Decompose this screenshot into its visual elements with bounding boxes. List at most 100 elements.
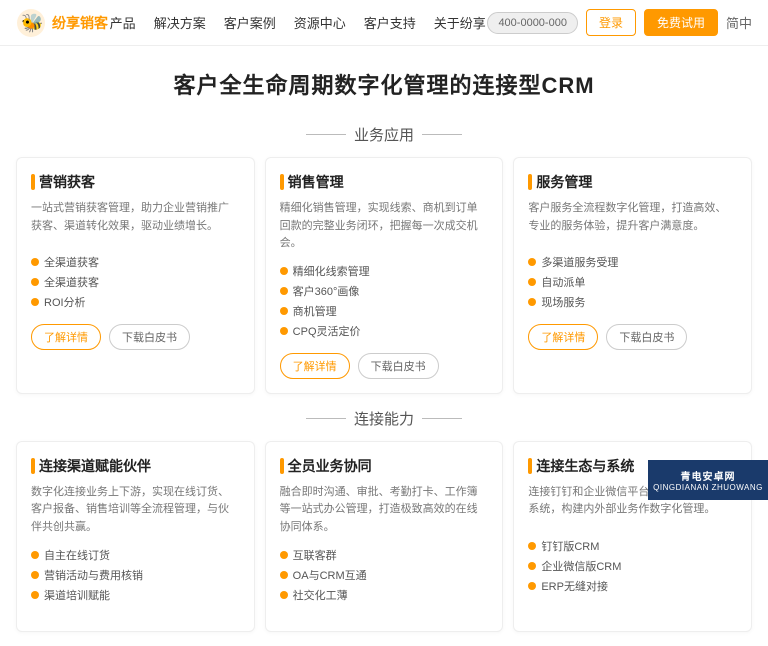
feature-item: OA与CRM互通: [280, 565, 489, 585]
card-actions-marketing: 了解详情 下载白皮书: [31, 324, 240, 350]
card-channel: 连接渠道赋能伙伴 数字化连接业务上下游，实现在线订货、客户报备、销售培训等全流程…: [16, 441, 255, 632]
card-title-collab: 全员业务协同: [280, 456, 489, 476]
feature-dot: [280, 551, 288, 559]
feature-dot: [31, 258, 39, 266]
feature-item: 自动派单: [528, 272, 737, 292]
card-title-sales: 销售管理: [280, 172, 489, 192]
feature-item: 渠道培训赋能: [31, 585, 240, 605]
feature-item: ROI分析: [31, 292, 240, 312]
phone-button[interactable]: 400-0000-000: [487, 12, 578, 34]
card-actions-service: 了解详情 下载白皮书: [528, 324, 737, 350]
nav-item-resource[interactable]: 资源中心: [294, 13, 346, 32]
btn-detail-marketing[interactable]: 了解详情: [31, 324, 101, 350]
section-title-text-connect: 连接能力: [354, 408, 414, 429]
feature-dot: [280, 327, 288, 335]
card-actions-sales: 了解详情 下载白皮书: [280, 353, 489, 379]
btn-download-marketing[interactable]: 下载白皮书: [109, 324, 190, 350]
hero-section: 客户全生命周期数字化管理的连接型CRM: [0, 46, 768, 114]
watermark: 青电安卓网 QINGDIANAN ZHUOWANG: [648, 460, 768, 500]
card-title-bar: [528, 458, 532, 474]
feature-item: 企业微信版CRM: [528, 556, 737, 576]
feature-item: 精细化线索管理: [280, 261, 489, 281]
card-features-service: 多渠道服务受理 自动派单 现场服务: [528, 252, 737, 312]
card-title-service: 服务管理: [528, 172, 737, 192]
feature-dot: [280, 287, 288, 295]
trial-button[interactable]: 免费试用: [644, 9, 718, 36]
card-title-bar: [31, 174, 35, 190]
business-cards-grid: 营销获客 一站式营销获客管理，助力企业营销推广获客、渠道转化效果，驱动业绩增长。…: [0, 157, 768, 394]
feature-dot: [280, 591, 288, 599]
feature-item: CPQ灵活定价: [280, 321, 489, 341]
feature-item: 多渠道服务受理: [528, 252, 737, 272]
card-features-ecosystem: 钉钉版CRM 企业微信版CRM ERP无缝对接: [528, 536, 737, 596]
feature-dot: [528, 298, 536, 306]
card-marketing: 营销获客 一站式营销获客管理，助力企业营销推广获客、渠道转化效果，驱动业绩增长。…: [16, 157, 255, 394]
section-title-connect: 连接能力: [0, 408, 768, 429]
site-header: 🐝 纷享销客 产品 解决方案 客户案例 资源中心 客户支持 关于纷享 400-0…: [0, 0, 768, 46]
feature-dot: [31, 278, 39, 286]
feature-item: 全渠道获客: [31, 272, 240, 292]
hero-title: 客户全生命周期数字化管理的连接型CRM: [0, 68, 768, 100]
feature-dot: [528, 562, 536, 570]
btn-detail-sales[interactable]: 了解详情: [280, 353, 350, 379]
feature-dot: [31, 571, 39, 579]
feature-dot: [31, 551, 39, 559]
nav-item-about[interactable]: 关于纷享: [434, 13, 486, 32]
feature-dot: [31, 298, 39, 306]
main-nav: 产品 解决方案 客户案例 资源中心 客户支持 关于纷享: [110, 13, 486, 32]
login-button[interactable]: 登录: [586, 9, 636, 36]
card-title-bar: [280, 458, 284, 474]
card-desc-collab: 融合即时沟通、审批、考勤打卡、工作簿等一站式办公管理，打造极致高效的在线协同体系…: [280, 484, 489, 537]
feature-dot: [280, 307, 288, 315]
feature-dot: [31, 591, 39, 599]
svg-text:🐝: 🐝: [21, 13, 43, 33]
btn-detail-service[interactable]: 了解详情: [528, 324, 598, 350]
feature-item: 全渠道获客: [31, 252, 240, 272]
card-collab: 全员业务协同 融合即时沟通、审批、考勤打卡、工作簿等一站式办公管理，打造极致高效…: [265, 441, 504, 632]
logo-area: 🐝 纷享销客: [16, 8, 108, 38]
card-desc-service: 客户服务全流程数字化管理，打造高效、专业的服务体验，提升客户满意度。: [528, 200, 737, 244]
nav-item-case[interactable]: 客户案例: [224, 13, 276, 32]
feature-item: 现场服务: [528, 292, 737, 312]
feature-dot: [528, 258, 536, 266]
feature-item: 钉钉版CRM: [528, 536, 737, 556]
feature-dot: [528, 542, 536, 550]
logo-text: 纷享销客: [52, 13, 108, 33]
feature-item: 社交化工薄: [280, 585, 489, 605]
btn-download-service[interactable]: 下载白皮书: [606, 324, 687, 350]
language-selector[interactable]: 简中: [726, 13, 752, 32]
card-service: 服务管理 客户服务全流程数字化管理，打造高效、专业的服务体验，提升客户满意度。 …: [513, 157, 752, 394]
nav-item-product[interactable]: 产品: [110, 13, 136, 32]
watermark-top-text: 青电安卓网: [681, 468, 736, 483]
feature-item: 营销活动与费用核销: [31, 565, 240, 585]
card-desc-sales: 精细化销售管理，实现线索、商机到订单回款的完整业务闭环，把握每一次成交机会。: [280, 200, 489, 253]
card-title-channel: 连接渠道赋能伙伴: [31, 456, 240, 476]
feature-dot: [528, 582, 536, 590]
section-title-business: 业务应用: [0, 124, 768, 145]
card-features-collab: 互联客群 OA与CRM互通 社交化工薄: [280, 545, 489, 605]
card-title-marketing: 营销获客: [31, 172, 240, 192]
feature-item: 互联客群: [280, 545, 489, 565]
logo-icon: 🐝: [16, 8, 46, 38]
section-title-text-business: 业务应用: [354, 124, 414, 145]
feature-dot: [528, 278, 536, 286]
card-title-bar: [280, 174, 284, 190]
card-features-marketing: 全渠道获客 全渠道获客 ROI分析: [31, 252, 240, 312]
card-title-bar: [528, 174, 532, 190]
feature-dot: [280, 571, 288, 579]
feature-item: ERP无缝对接: [528, 576, 737, 596]
nav-item-support[interactable]: 客户支持: [364, 13, 416, 32]
card-title-bar: [31, 458, 35, 474]
feature-item: 自主在线订货: [31, 545, 240, 565]
nav-item-solution[interactable]: 解决方案: [154, 13, 206, 32]
card-desc-channel: 数字化连接业务上下游，实现在线订货、客户报备、销售培训等全流程管理，与伙伴共创共…: [31, 484, 240, 537]
feature-item: 商机管理: [280, 301, 489, 321]
card-features-channel: 自主在线订货 营销活动与费用核销 渠道培训赋能: [31, 545, 240, 605]
card-desc-marketing: 一站式营销获客管理，助力企业营销推广获客、渠道转化效果，驱动业绩增长。: [31, 200, 240, 244]
btn-download-sales[interactable]: 下载白皮书: [358, 353, 439, 379]
card-features-sales: 精细化线索管理 客户360°画像 商机管理 CPQ灵活定价: [280, 261, 489, 341]
feature-dot: [280, 267, 288, 275]
header-actions: 400-0000-000 登录 免费试用 简中: [487, 9, 752, 36]
watermark-bottom-text: QINGDIANAN ZHUOWANG: [653, 483, 763, 492]
feature-item: 客户360°画像: [280, 281, 489, 301]
